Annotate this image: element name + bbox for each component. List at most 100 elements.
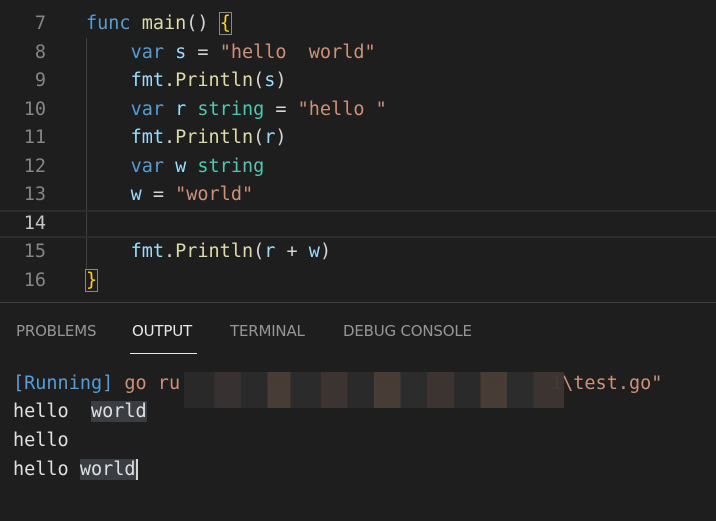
code-line[interactable]: 15 fmt.Println(r + w) bbox=[0, 238, 716, 267]
code-token: s bbox=[175, 41, 187, 63]
line-number: 7 bbox=[34, 13, 46, 34]
code-token: string bbox=[197, 155, 265, 177]
code-token: fmt bbox=[130, 127, 164, 148]
selection-highlight-with-cursor: world bbox=[79, 459, 138, 480]
selection-highlight: world bbox=[90, 401, 147, 422]
code-line[interactable]: 8 var s = "hello world" bbox=[0, 39, 716, 68]
code-text: func main() { bbox=[86, 10, 232, 39]
redacted-path bbox=[184, 372, 564, 408]
line-number: 9 bbox=[34, 70, 46, 91]
line-number: 8 bbox=[34, 41, 46, 63]
code-text: } bbox=[84, 267, 99, 296]
output-command-end: 1\test.go" bbox=[551, 373, 663, 394]
code-text: var s = "hello world" bbox=[86, 39, 376, 68]
code-token: = bbox=[264, 98, 298, 120]
code-token: Println bbox=[175, 70, 254, 91]
code-token: . bbox=[163, 127, 176, 148]
line-number: 10 bbox=[23, 98, 46, 120]
code-token: . bbox=[163, 70, 176, 91]
partial-next-line bbox=[0, 512, 716, 521]
line-number: 13 bbox=[23, 184, 46, 205]
code-token: } bbox=[84, 268, 99, 292]
tab-terminal[interactable]: TERMINAL bbox=[230, 322, 305, 340]
code-token: ) bbox=[275, 70, 287, 91]
code-token: = bbox=[186, 41, 220, 63]
output-line-3: hello world bbox=[13, 459, 138, 480]
tab-problems[interactable]: PROBLEMS bbox=[16, 322, 96, 340]
code-token: ) bbox=[275, 127, 287, 148]
code-token: ( bbox=[253, 241, 265, 262]
output-line-2: hello bbox=[13, 430, 69, 451]
code-token: string bbox=[197, 98, 265, 120]
code-token: func bbox=[86, 13, 131, 34]
code-token: var bbox=[130, 155, 164, 177]
code-token: + bbox=[275, 241, 309, 262]
tab-output[interactable]: OUTPUT bbox=[132, 322, 192, 340]
code-line[interactable]: 7 func main() { bbox=[0, 10, 716, 39]
line-number: 14 bbox=[23, 212, 46, 234]
code-token: main bbox=[141, 13, 187, 34]
code-token: "hello world" bbox=[219, 41, 376, 63]
code-line[interactable]: 14 bbox=[0, 209, 716, 238]
line-number: 11 bbox=[23, 127, 46, 148]
code-line[interactable]: 10 var r string = "hello " bbox=[0, 96, 716, 125]
code-editor[interactable]: 7 func main() {8 var s = "hello world" 9 f… bbox=[0, 0, 716, 302]
code-token: w bbox=[130, 184, 142, 205]
code-token: { bbox=[218, 12, 232, 35]
code-token: r bbox=[175, 98, 187, 120]
code-token: ) bbox=[319, 241, 332, 262]
output-running-line: [Running] go ru bbox=[13, 370, 180, 398]
code-token: fmt bbox=[130, 241, 164, 262]
code-token: s bbox=[264, 70, 276, 91]
code-token: Println bbox=[175, 127, 254, 148]
code-token: w bbox=[308, 241, 320, 262]
code-token: "world" bbox=[175, 184, 254, 205]
line-number: 15 bbox=[23, 241, 46, 262]
code-token: Println bbox=[175, 241, 254, 262]
code-text: var w string bbox=[86, 153, 265, 182]
code-token: "hello " bbox=[297, 98, 387, 120]
code-text: fmt.Println(s) bbox=[86, 67, 287, 96]
code-token: ( bbox=[253, 70, 265, 91]
code-token: = bbox=[141, 184, 176, 205]
code-line[interactable]: 9 fmt.Println(s) bbox=[0, 67, 716, 96]
code-token: w bbox=[175, 155, 187, 177]
code-token: . bbox=[163, 241, 176, 262]
active-tab-indicator bbox=[130, 353, 197, 354]
code-text: fmt.Println(r) bbox=[86, 124, 287, 153]
code-token: r bbox=[264, 241, 276, 262]
panel-tabs: PROBLEMS OUTPUT TERMINAL DEBUG CONSOLE bbox=[0, 303, 716, 357]
code-text: w = "world" bbox=[86, 181, 254, 210]
code-token: () bbox=[186, 13, 220, 34]
code-token: fmt bbox=[130, 70, 164, 91]
line-number: 16 bbox=[23, 269, 46, 291]
output-line-1: hello world bbox=[13, 401, 147, 422]
code-token: var bbox=[130, 41, 164, 63]
command-start: go ru bbox=[124, 373, 181, 394]
running-tag: [Running] bbox=[13, 373, 114, 394]
code-line[interactable]: 11 fmt.Println(r) bbox=[0, 124, 716, 153]
code-text: fmt.Println(r + w) bbox=[86, 238, 332, 267]
tab-debug-console[interactable]: DEBUG CONSOLE bbox=[343, 322, 472, 340]
code-text: var r string = "hello " bbox=[86, 96, 387, 125]
code-token: var bbox=[130, 98, 164, 120]
line-number: 12 bbox=[23, 155, 46, 177]
code-line[interactable]: 16} bbox=[0, 267, 716, 296]
code-token: r bbox=[264, 127, 276, 148]
code-token: ( bbox=[253, 127, 265, 148]
code-line[interactable]: 12 var w string bbox=[0, 153, 716, 182]
code-line[interactable]: 13 w = "world" bbox=[0, 181, 716, 210]
